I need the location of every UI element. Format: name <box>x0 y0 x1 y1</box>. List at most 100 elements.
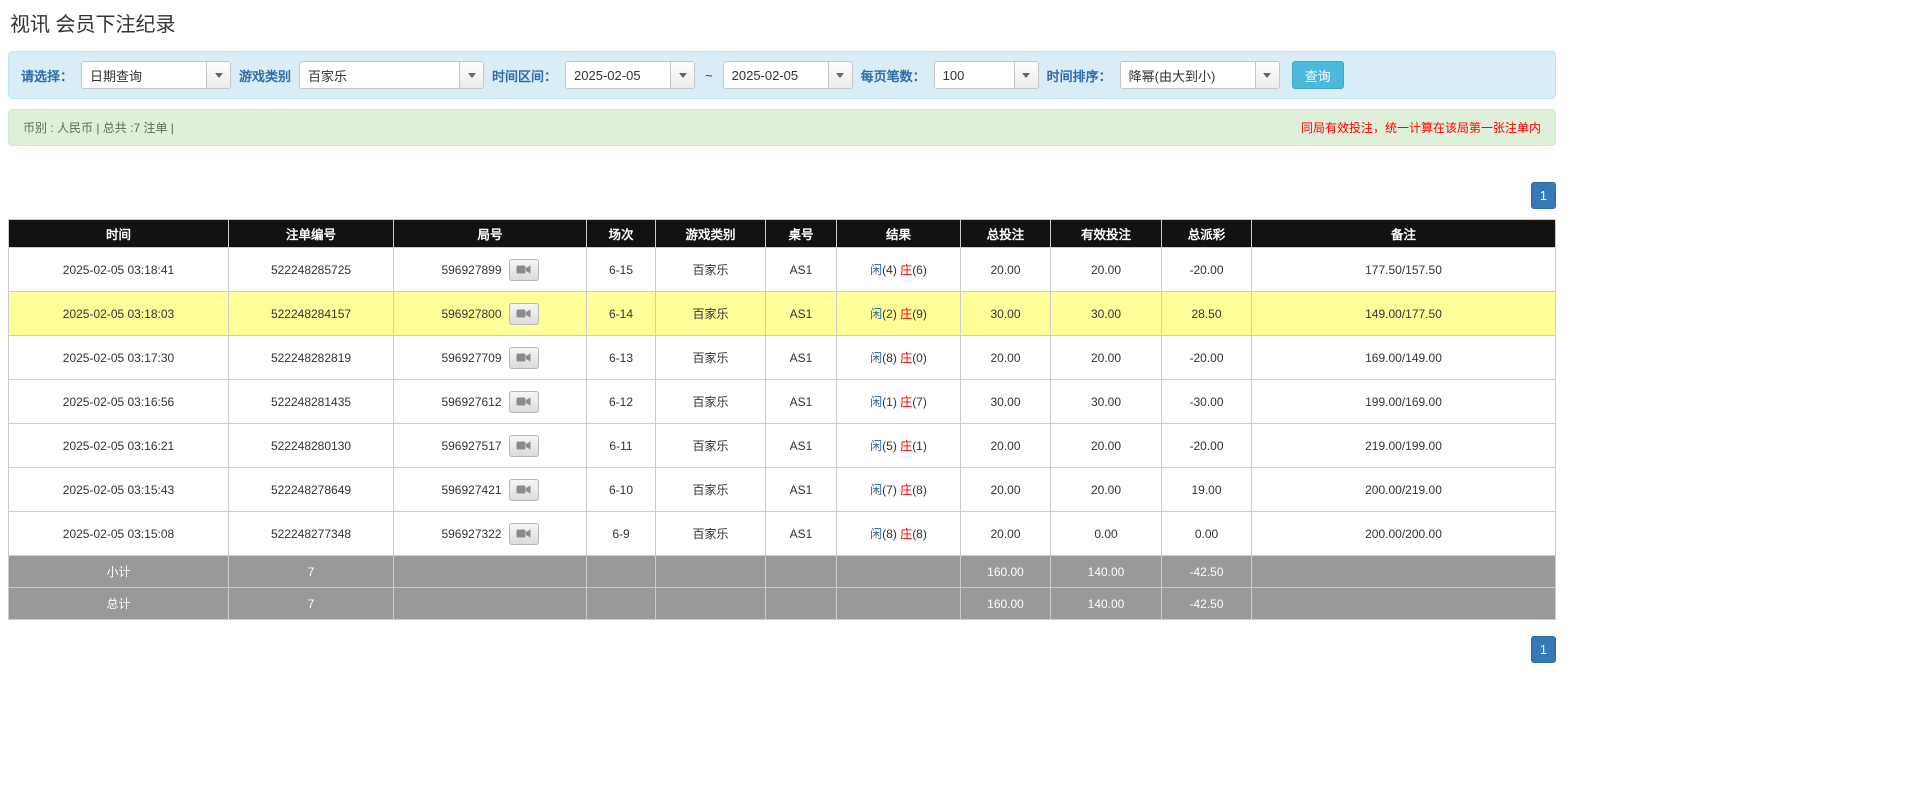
cell-bet-id: 522248281435 <box>229 380 394 424</box>
footer-total-bet: 160.00 <box>961 588 1051 620</box>
cell-time: 2025-02-05 03:15:43 <box>9 468 229 512</box>
table-row: 2025-02-05 03:16:21522248280130596927517… <box>9 424 1556 468</box>
chevron-down-icon[interactable] <box>1014 62 1038 88</box>
cell-total-bet: 20.00 <box>961 336 1051 380</box>
cell-valid-bet: 20.00 <box>1051 248 1162 292</box>
round-wrap: 596927800 <box>441 303 538 325</box>
footer-valid-bet: 140.00 <box>1051 556 1162 588</box>
video-replay-button[interactable] <box>509 391 539 413</box>
cell-remark: 169.00/149.00 <box>1252 336 1556 380</box>
date-from-input[interactable]: 2025-02-05 <box>565 61 695 89</box>
round-number: 596927421 <box>441 483 501 497</box>
per-page-select[interactable]: 100 <box>934 61 1039 89</box>
video-replay-button[interactable] <box>509 303 539 325</box>
result-player-label: 闲 <box>870 527 882 541</box>
cell-session: 6-15 <box>587 248 656 292</box>
table-row: 2025-02-05 03:18:03522248284157596927800… <box>9 292 1556 336</box>
video-icon <box>516 308 531 319</box>
pagination-page-1[interactable]: 1 <box>1531 636 1556 663</box>
sort-order-select[interactable]: 降幂(由大到小) <box>1120 61 1280 89</box>
table-footer-row: 小计7160.00140.00-42.50 <box>9 556 1556 588</box>
cell-payout: -30.00 <box>1162 380 1252 424</box>
cell-total-bet: 20.00 <box>961 248 1051 292</box>
cell-result: 闲(8) 庄(0) <box>837 336 961 380</box>
chevron-down-icon[interactable] <box>670 62 694 88</box>
video-replay-button[interactable] <box>509 479 539 501</box>
game-type-select[interactable]: 百家乐 <box>299 61 484 89</box>
cell-remark: 199.00/169.00 <box>1252 380 1556 424</box>
cell-round: 596927322 <box>394 512 587 556</box>
cell-payout: 28.50 <box>1162 292 1252 336</box>
cell-payout: -20.00 <box>1162 248 1252 292</box>
video-icon <box>516 440 531 451</box>
cell-table-no: AS1 <box>766 512 837 556</box>
cell-total-bet: 20.00 <box>961 468 1051 512</box>
chevron-down-icon[interactable] <box>828 62 852 88</box>
table-row: 2025-02-05 03:18:41522248285725596927899… <box>9 248 1556 292</box>
caret-glyph <box>679 73 687 78</box>
footer-empty-cell <box>587 588 656 620</box>
pagination-top: 1 <box>8 182 1556 209</box>
table-row: 2025-02-05 03:16:56522248281435596927612… <box>9 380 1556 424</box>
result-banker-label: 庄 <box>900 527 912 541</box>
video-replay-button[interactable] <box>509 523 539 545</box>
result-banker-score: (8) <box>912 527 927 541</box>
column-header: 场次 <box>587 220 656 248</box>
cell-round: 596927517 <box>394 424 587 468</box>
pagination-page-1[interactable]: 1 <box>1531 182 1556 209</box>
chevron-down-icon[interactable] <box>206 62 230 88</box>
footer-empty-cell <box>394 556 587 588</box>
cell-bet-id: 522248277348 <box>229 512 394 556</box>
chevron-down-icon[interactable] <box>459 62 483 88</box>
chevron-down-icon[interactable] <box>1255 62 1279 88</box>
cell-payout: -20.00 <box>1162 424 1252 468</box>
video-icon <box>516 484 531 495</box>
cell-result: 闲(2) 庄(9) <box>837 292 961 336</box>
cell-round: 596927899 <box>394 248 587 292</box>
video-icon <box>516 352 531 363</box>
column-header: 总派彩 <box>1162 220 1252 248</box>
result-banker-score: (8) <box>912 483 927 497</box>
result-player-label: 闲 <box>870 263 882 277</box>
footer-label: 小计 <box>9 556 229 588</box>
footer-label: 总计 <box>9 588 229 620</box>
footer-remark <box>1252 556 1556 588</box>
result-banker-label: 庄 <box>900 483 912 497</box>
cell-remark: 219.00/199.00 <box>1252 424 1556 468</box>
result-banker-score: (7) <box>912 395 927 409</box>
video-replay-button[interactable] <box>509 259 539 281</box>
table-row: 2025-02-05 03:17:30522248282819596927709… <box>9 336 1556 380</box>
search-button[interactable]: 查询 <box>1292 61 1344 89</box>
cell-payout: 0.00 <box>1162 512 1252 556</box>
footer-empty-cell <box>837 588 961 620</box>
date-to-input[interactable]: 2025-02-05 <box>723 61 853 89</box>
cell-valid-bet: 20.00 <box>1051 468 1162 512</box>
footer-payout: -42.50 <box>1162 588 1252 620</box>
cell-result: 闲(5) 庄(1) <box>837 424 961 468</box>
query-type-select[interactable]: 日期查询 <box>81 61 231 89</box>
caret-glyph <box>1022 73 1030 78</box>
cell-game-type: 百家乐 <box>656 336 766 380</box>
footer-count: 7 <box>229 588 394 620</box>
cell-payout: -20.00 <box>1162 336 1252 380</box>
date-from-value: 2025-02-05 <box>566 68 670 83</box>
column-header: 总投注 <box>961 220 1051 248</box>
result-banker-label: 庄 <box>900 351 912 365</box>
video-replay-button[interactable] <box>509 347 539 369</box>
footer-total-bet: 160.00 <box>961 556 1051 588</box>
result-player-label: 闲 <box>870 351 882 365</box>
date-to-value: 2025-02-05 <box>724 68 828 83</box>
video-replay-button[interactable] <box>509 435 539 457</box>
column-header: 结果 <box>837 220 961 248</box>
round-number: 596927322 <box>441 527 501 541</box>
result-player-label: 闲 <box>870 439 882 453</box>
cell-time: 2025-02-05 03:17:30 <box>9 336 229 380</box>
query-type-value: 日期查询 <box>82 66 206 85</box>
table-row: 2025-02-05 03:15:43522248278649596927421… <box>9 468 1556 512</box>
result-player-score: (8) <box>882 351 897 365</box>
cell-table-no: AS1 <box>766 424 837 468</box>
cell-round: 596927612 <box>394 380 587 424</box>
table-row: 2025-02-05 03:15:08522248277348596927322… <box>9 512 1556 556</box>
round-number: 596927709 <box>441 351 501 365</box>
footer-empty-cell <box>766 556 837 588</box>
